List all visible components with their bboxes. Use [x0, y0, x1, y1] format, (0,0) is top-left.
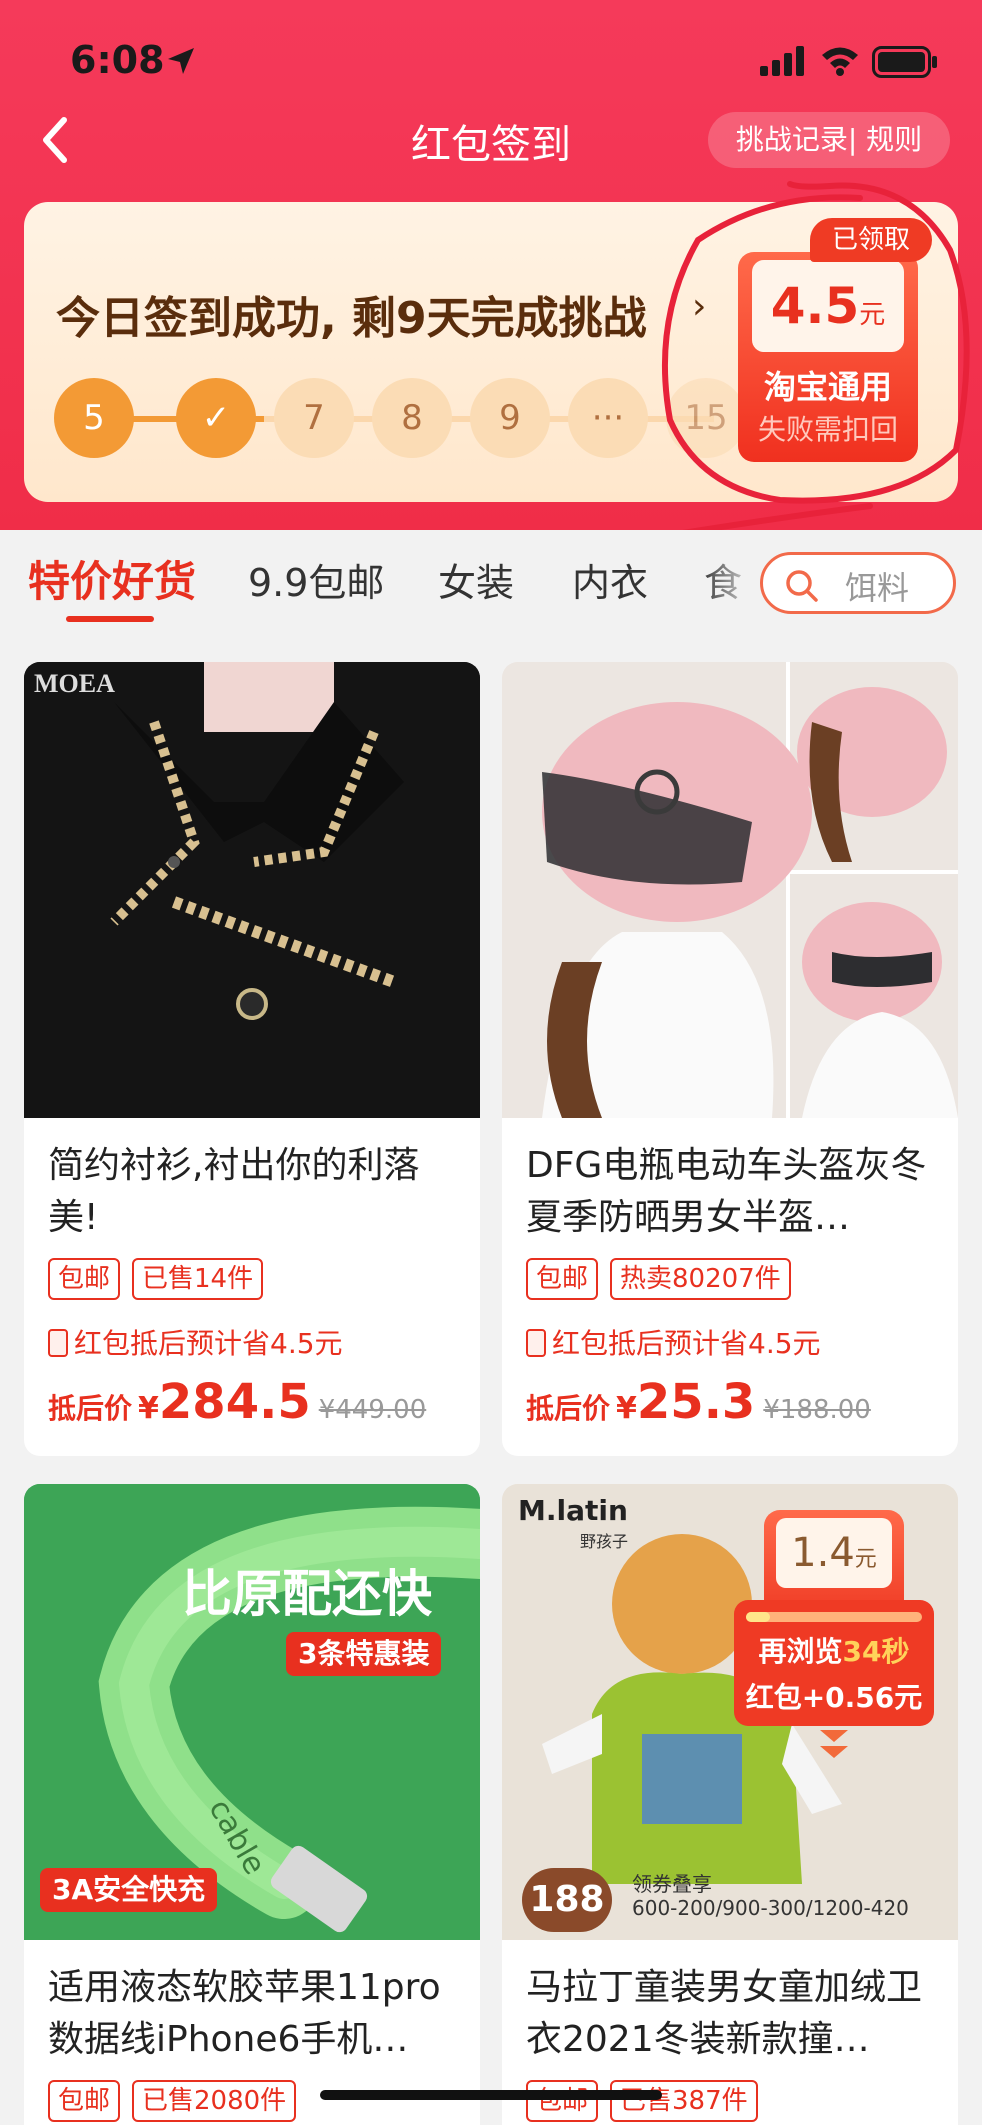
- product-image-jacket: MOEA: [24, 662, 480, 1118]
- browse-timer-widget[interactable]: 1.4元 再浏览34秒 红包+0.56元: [734, 1510, 934, 1760]
- timer-prefix: 再浏览: [758, 1635, 843, 1668]
- price-label: 抵后价: [48, 1392, 133, 1425]
- timer-countdown: 再浏览34秒: [734, 1630, 934, 1670]
- tag-sold-count: 已售2080件: [132, 2080, 297, 2122]
- status-time: 6:08: [70, 38, 165, 82]
- original-price: ¥188.00: [763, 1395, 871, 1425]
- chevron-down-icon: [820, 1730, 848, 1758]
- product-tags: 包邮 已售14件: [48, 1258, 275, 1302]
- product-card-helmet[interactable]: DFG电瓶电动车头盔灰冬夏季防晒男女半盔… 包邮 热卖80207件 红包抵后预计省…: [502, 662, 958, 1456]
- cellular-signal-icon: [760, 46, 804, 76]
- image-brand-sub: 野孩子: [580, 1532, 629, 1551]
- price-label: 抵后价: [526, 1392, 611, 1425]
- tag-sold-count: 已售14件: [132, 1258, 264, 1300]
- battery-icon: [872, 46, 937, 78]
- timer-reward: 红包+0.56元: [745, 1681, 923, 1714]
- tab-womens-clothing[interactable]: 女装: [438, 552, 514, 607]
- timer-panel: 再浏览34秒 红包+0.56元: [734, 1600, 934, 1726]
- category-tabs: 特价好货 9.9包邮 女装 内衣 食 饵料: [0, 530, 982, 640]
- timer-seconds: 34秒: [842, 1635, 910, 1668]
- day-marker: 9: [470, 378, 550, 458]
- tab-underwear[interactable]: 内衣: [572, 552, 648, 607]
- product-card-cable[interactable]: cable 比原配还快 3条特惠装 3A安全快充 适用液态软胶苹果11pro数据…: [24, 1484, 480, 2125]
- red-packet-saving: 红包抵后预计省4.5元: [526, 1322, 821, 1362]
- status-bar: 6:08: [0, 0, 982, 110]
- price-row: 抵后价 ¥284.5 ¥449.00: [48, 1374, 426, 1430]
- price-row: 抵后价 ¥25.3 ¥188.00: [526, 1374, 871, 1430]
- home-indicator: [320, 2090, 662, 2100]
- nav-bar: 红包签到 挑战记录| 规则: [0, 100, 982, 180]
- image-coupon-text: 600-200/900-300/1200-420: [632, 1896, 909, 1920]
- image-brand: M.latin: [518, 1494, 628, 1527]
- day-marker: 7: [274, 378, 354, 458]
- search-box[interactable]: 饵料: [760, 552, 956, 614]
- watermark-url: zhizhizhi.com: [820, 2100, 929, 2119]
- tag-free-shipping: 包邮: [48, 1258, 121, 1300]
- red-packet-icon: [48, 1329, 68, 1357]
- location-arrow-icon: [168, 48, 194, 74]
- helmet-illustration: [502, 662, 958, 1118]
- day-marker-ellipsis: ···: [568, 378, 648, 458]
- price-value: 284.5: [158, 1374, 311, 1430]
- image-price-badge: 188: [522, 1868, 612, 1932]
- product-title: DFG电瓶电动车头盔灰冬夏季防晒男女半盔…: [526, 1145, 927, 1238]
- image-coupon-title: 领券叠享: [632, 1872, 712, 1896]
- product-image-cable: cable 比原配还快 3条特惠装 3A安全快充: [24, 1484, 480, 1940]
- tag-free-shipping: 包邮: [526, 1258, 599, 1300]
- price-currency: ¥: [616, 1391, 637, 1426]
- red-circle-annotation: [640, 181, 970, 543]
- tag-free-shipping: 包邮: [526, 2080, 599, 2122]
- sign-in-progress: 5 ✓ 7 8 9 ··· 15: [54, 378, 746, 458]
- tabs-fade: [700, 540, 760, 630]
- timer-amount: 1.4: [791, 1530, 855, 1576]
- wifi-icon: [822, 47, 858, 76]
- timer-amount-box: 1.4元: [776, 1518, 892, 1588]
- brand-print: MOEA: [34, 669, 115, 698]
- tab-active-underline: [66, 616, 154, 622]
- original-price: ¥449.00: [318, 1395, 427, 1425]
- challenge-record-rules-button[interactable]: 挑战记录| 规则: [708, 112, 950, 168]
- search-icon: [786, 570, 818, 602]
- day-marker: 5: [54, 378, 134, 458]
- image-corner-badge: 3A安全快充: [40, 1868, 218, 1912]
- timer-progress-fill: [746, 1612, 770, 1622]
- product-card-shirt[interactable]: MOEA 简约衬衫,衬出你的利落美! 包邮 已售14件 红包抵后预计省4.5元 抵…: [24, 662, 480, 1456]
- tag-free-shipping: 包邮: [48, 2080, 121, 2122]
- product-title: 适用液态软胶苹果11pro数据线iPhone6手机…: [48, 1967, 441, 2060]
- image-headline: 比原配还快: [182, 1565, 432, 1623]
- price-value: 25.3: [636, 1374, 756, 1430]
- timer-unit: 元: [854, 1547, 877, 1572]
- image-badge: 3条特惠装: [286, 1632, 442, 1676]
- product-tags: 包邮 已售387件: [526, 2080, 770, 2124]
- watermark-logo: 值值值: [838, 2058, 946, 2098]
- saving-text: 红包抵后预计省4.5元: [74, 1327, 343, 1360]
- product-image-helmet: [502, 662, 958, 1118]
- product-tags: 包邮 热卖80207件: [526, 1258, 803, 1302]
- saving-text: 红包抵后预计省4.5元: [552, 1327, 821, 1360]
- reward-claimed-tag: 已领取: [810, 218, 932, 262]
- timer-progress-track: [746, 1612, 922, 1622]
- day-marker-checked: ✓: [176, 378, 256, 458]
- search-placeholder: 饵料: [845, 569, 910, 607]
- red-packet-saving: 红包抵后预计省4.5元: [48, 1322, 343, 1362]
- tab-special-deals[interactable]: 特价好货: [28, 548, 196, 609]
- product-tags: 包邮 已售2080件: [48, 2080, 308, 2124]
- tab-9-9-free-shipping[interactable]: 9.9包邮: [248, 552, 384, 607]
- product-title: 简约衬衫,衬出你的利落美!: [48, 1145, 420, 1238]
- tag-hot-sale: 热卖80207件: [610, 1258, 791, 1300]
- red-packet-icon: [526, 1329, 546, 1357]
- price-currency: ¥: [138, 1391, 159, 1426]
- day-marker: 8: [372, 378, 452, 458]
- tag-sold-count: 已售387件: [610, 2080, 758, 2122]
- jacket-illustration: MOEA: [24, 662, 480, 1118]
- sign-in-message[interactable]: 今日签到成功, 剩9天完成挑战: [56, 282, 647, 346]
